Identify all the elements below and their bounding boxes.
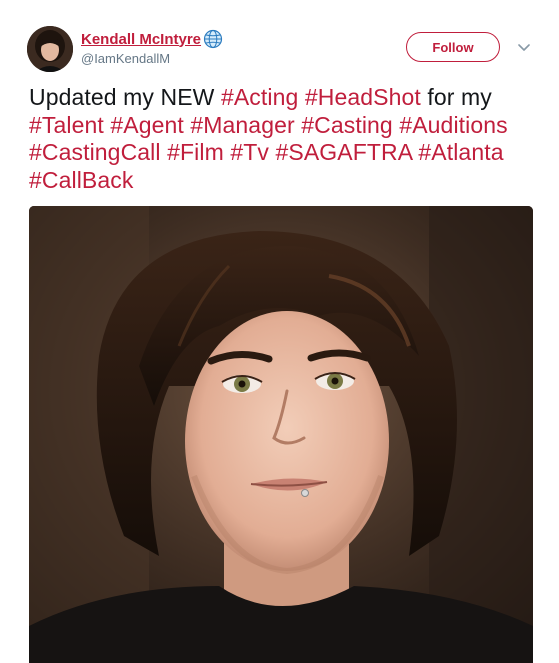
hashtag-link[interactable]: #Film <box>167 139 224 165</box>
name-row: Kendall McIntyre <box>81 29 223 49</box>
hashtag-link[interactable]: #Auditions <box>399 112 507 138</box>
hashtag-link[interactable]: #CastingCall <box>29 139 161 165</box>
avatar-image <box>27 26 73 72</box>
hashtag-link[interactable]: #CallBack <box>29 167 133 193</box>
follow-button[interactable]: Follow <box>406 32 500 62</box>
avatar[interactable] <box>27 26 73 72</box>
hashtag-link[interactable]: #SAGAFTRA <box>276 139 412 165</box>
hashtag-link[interactable]: #Tv <box>230 139 269 165</box>
tweet-card: Kendall McIntyre @IamKendallM Follow Upd… <box>0 0 559 663</box>
tweet-text-segment: for my <box>420 84 492 110</box>
hashtag-link[interactable]: #Casting <box>301 112 393 138</box>
hashtag-link[interactable]: #Atlanta <box>418 139 503 165</box>
hashtag-link[interactable]: #HeadShot <box>305 84 421 110</box>
hashtag-link[interactable]: #Talent <box>29 112 104 138</box>
user-handle[interactable]: @IamKendallM <box>81 51 170 66</box>
hashtag-link[interactable]: #Agent <box>110 112 184 138</box>
globe-icon <box>203 29 223 49</box>
display-name[interactable]: Kendall McIntyre <box>81 31 201 48</box>
tweet-text-segment: Updated my NEW <box>29 84 221 110</box>
tweet-photo[interactable] <box>29 206 533 663</box>
hashtag-link[interactable]: #Acting <box>221 84 298 110</box>
tweet-text: Updated my NEW #Acting #HeadShot for my … <box>29 84 539 194</box>
headshot-image <box>29 206 533 663</box>
hashtag-link[interactable]: #Manager <box>190 112 294 138</box>
chevron-down-icon[interactable] <box>514 38 534 58</box>
